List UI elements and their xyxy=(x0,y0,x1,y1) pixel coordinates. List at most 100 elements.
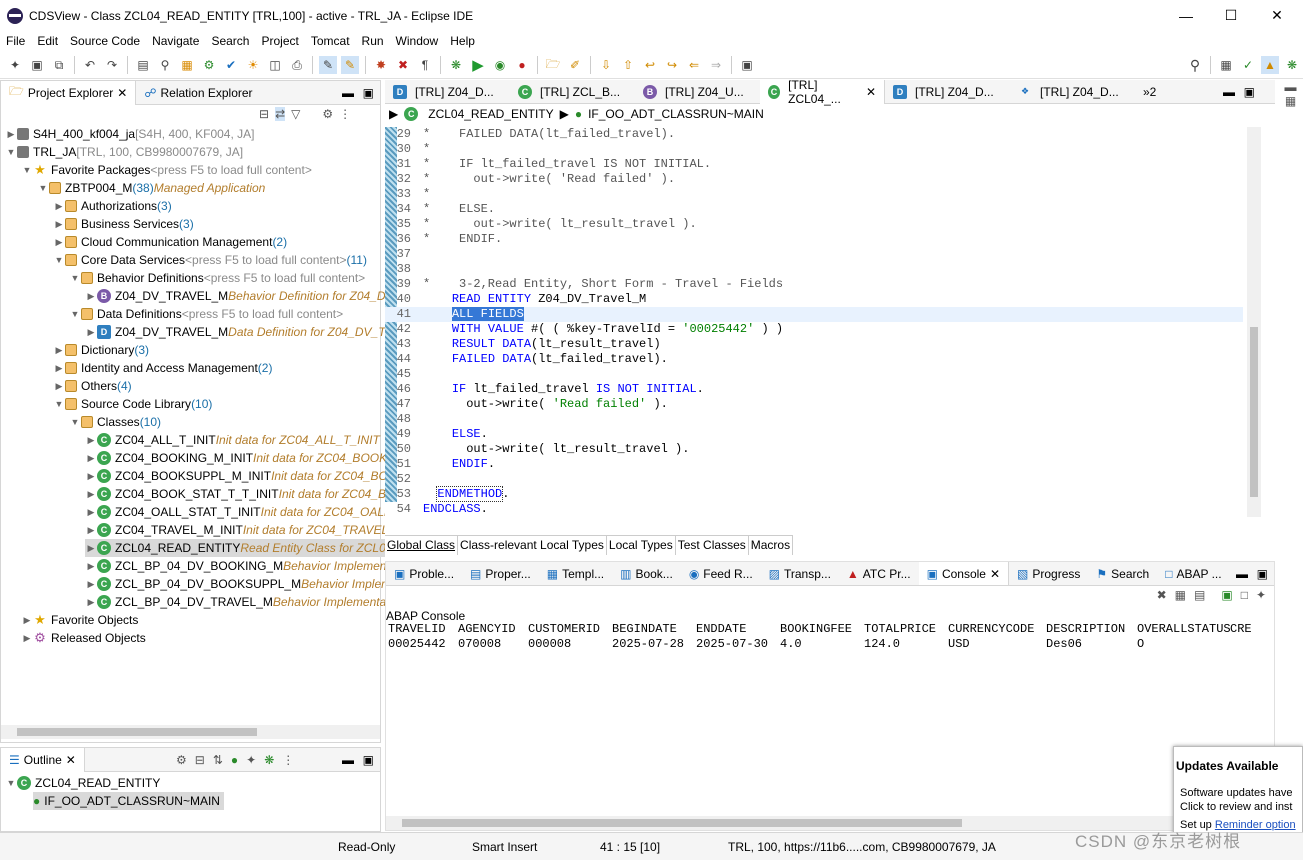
tree-item[interactable]: ▶ C ZC04_ALL_T_INIT Init data for ZC04_ALL… xyxy=(85,431,380,449)
tree-item[interactable]: ▶ Cloud Communication Management (2) xyxy=(53,233,288,251)
tree-item[interactable]: ▼ Classes (10) xyxy=(69,413,162,431)
code-line[interactable]: 47 out->write( 'Read failed' ). xyxy=(385,397,1243,412)
twisty-icon[interactable]: ▶ xyxy=(85,543,97,554)
code-line[interactable]: 29 * FAILED DATA(lt_failed_travel). xyxy=(385,127,1243,142)
new-console-icon[interactable]: ✦ xyxy=(1256,588,1266,602)
hide-static-icon[interactable]: ✦ xyxy=(246,753,256,767)
remove-icon[interactable]: ✖ xyxy=(394,56,412,74)
editor-tab[interactable]: C [TRL] ZCL04_... ✕ xyxy=(760,78,885,106)
tree-item[interactable]: ▼ Core Data Services <press F5 to load fu… xyxy=(53,251,367,269)
twisty-icon[interactable]: ▶ xyxy=(85,471,97,482)
close-icon[interactable]: ✕ xyxy=(117,86,127,100)
outline-method[interactable]: ● IF_OO_ADT_CLASSRUN~MAIN xyxy=(33,792,224,810)
twisty-icon[interactable]: ▶ xyxy=(85,579,97,590)
maximize-icon[interactable]: ▣ xyxy=(363,86,374,100)
twisty-icon[interactable]: ▶ xyxy=(53,363,65,374)
twisty-icon[interactable]: ▼ xyxy=(53,255,65,265)
twisty-icon[interactable]: ▶ xyxy=(85,489,97,500)
menu-edit[interactable]: Edit xyxy=(31,34,64,48)
tree-item[interactable]: ▶ C ZCL_BP_04_DV_BOOKING_M Behavior Implem… xyxy=(85,557,386,575)
twisty-icon[interactable]: ▶ xyxy=(53,237,65,248)
run-icon[interactable]: ▶ xyxy=(469,56,487,74)
code-line[interactable]: 54 ENDCLASS. xyxy=(385,502,1243,517)
twisty-icon[interactable]: ▶ xyxy=(85,597,97,608)
abap-perspective-icon[interactable]: ✓ xyxy=(1239,56,1257,74)
highlight-icon[interactable]: ✎ xyxy=(319,56,337,74)
menu-window[interactable]: Window xyxy=(390,34,445,48)
vertical-scrollbar[interactable] xyxy=(1247,127,1261,517)
menu-tomcat[interactable]: Tomcat xyxy=(305,34,356,48)
tree-item[interactable]: ▶ C ZCL_BP_04_DV_BOOKSUPPL_M Behavior Impl… xyxy=(85,575,391,593)
tree-item[interactable]: ▶ ⚙ Released Objects xyxy=(21,629,146,647)
last-edit-icon[interactable]: ↩ xyxy=(641,56,659,74)
code-line[interactable]: 37 xyxy=(385,247,1243,262)
twisty-icon[interactable]: ▶ xyxy=(85,435,97,446)
check-icon[interactable]: ✔ xyxy=(222,56,240,74)
minimize-button[interactable]: — xyxy=(1163,0,1209,31)
marker-icon[interactable]: ✎ xyxy=(341,56,359,74)
close-icon[interactable]: ✕ xyxy=(866,85,876,99)
editor-tab[interactable]: C [TRL] ZCL_B... xyxy=(510,80,635,104)
coverage-icon[interactable]: ◉ xyxy=(491,56,509,74)
view-tab[interactable]: ◉ Feed R... xyxy=(681,562,761,585)
twisty-icon[interactable]: ▼ xyxy=(69,273,81,283)
editor-tab[interactable]: »2 xyxy=(1135,80,1175,104)
view-tab[interactable]: ▣ Proble... xyxy=(386,562,462,585)
tab-local-types-class[interactable]: Class-relevant Local Types xyxy=(458,536,607,555)
tree-item[interactable]: ▶ C ZC04_TRAVEL_M_INIT Init data for ZC04_… xyxy=(85,521,388,539)
menu-run[interactable]: Run xyxy=(356,34,390,48)
view-tab[interactable]: ▨ Transp... xyxy=(761,562,839,585)
code-line[interactable]: 32 * out->write( 'Read failed' ). xyxy=(385,172,1243,187)
activate-icon[interactable]: ⚙ xyxy=(200,56,218,74)
print-icon[interactable]: ⎙ xyxy=(288,56,306,74)
twisty-icon[interactable]: ▶ xyxy=(21,633,33,644)
code-line[interactable]: 38 xyxy=(385,262,1243,277)
sun-icon[interactable]: ☀ xyxy=(244,56,262,74)
tree-item[interactable]: ▶ Authorizations (3) xyxy=(53,197,172,215)
perspective-icon[interactable]: ▦ xyxy=(1217,56,1235,74)
hide-fields-icon[interactable]: ⚙ xyxy=(176,753,187,767)
filter-icon[interactable]: ▽ xyxy=(291,107,300,121)
code-line[interactable]: 30 * xyxy=(385,142,1243,157)
forward-icon[interactable]: ⇒ xyxy=(707,56,725,74)
save-all-icon[interactable]: ⧉ xyxy=(50,56,68,74)
code-line[interactable]: 49 ELSE. xyxy=(385,427,1243,442)
hide-nonpublic-icon[interactable]: ❋ xyxy=(264,753,274,767)
twisty-icon[interactable]: ▶ xyxy=(85,507,97,518)
twisty-icon[interactable]: ▶ xyxy=(85,327,97,338)
editor-tab[interactable]: B [TRL] Z04_U... xyxy=(635,80,760,104)
twisty-icon[interactable]: ▶ xyxy=(85,291,97,302)
public-icon[interactable]: ● xyxy=(231,753,238,767)
debug-icon[interactable]: ✸ xyxy=(372,56,390,74)
sort-icon[interactable]: ⇅ xyxy=(213,753,223,767)
view-menu-icon[interactable]: ⋮ xyxy=(339,107,351,121)
search-icon[interactable]: ⚲ xyxy=(156,56,174,74)
link-editor-icon[interactable]: ⇄ xyxy=(275,107,286,121)
task-icon[interactable]: ▦ xyxy=(1278,94,1303,108)
tree-item[interactable]: ▶ D Z04_DV_TRAVEL_M Data Definition for Z0… xyxy=(85,323,386,341)
clear-console-icon[interactable]: ✖ xyxy=(1157,588,1167,602)
view-tab[interactable]: ▥ Book... xyxy=(612,562,681,585)
view-tab[interactable]: ▦ Templ... xyxy=(539,562,612,585)
tree-item[interactable]: ▶ C ZCL_BP_04_DV_TRAVEL_M Behavior Impleme… xyxy=(85,593,390,611)
tree-item[interactable]: ▼ ZBTP004_M (38) Managed Application xyxy=(37,179,266,197)
twisty-icon[interactable]: ▶ xyxy=(53,381,65,392)
console-icon[interactable]: ▤ xyxy=(134,56,152,74)
editor-tab[interactable]: ❖ [TRL] Z04_D... xyxy=(1010,80,1135,104)
view-tab[interactable]: ▣ Console ✕ xyxy=(918,562,1010,585)
code-line[interactable]: 45 xyxy=(385,367,1243,382)
view-tab[interactable]: □ ABAP ... xyxy=(1157,562,1229,585)
twisty-icon[interactable]: ▶ xyxy=(85,561,97,572)
pen-icon[interactable]: ✐ xyxy=(566,56,584,74)
view-tab[interactable]: ⚑ Search xyxy=(1088,562,1157,585)
collapse-icon[interactable]: ⊟ xyxy=(195,753,205,767)
twisty-icon[interactable]: ▶ xyxy=(85,453,97,464)
tab-macros[interactable]: Macros xyxy=(749,536,794,555)
close-icon[interactable]: ✕ xyxy=(990,567,1000,581)
twisty-icon[interactable]: ▼ xyxy=(5,147,17,157)
forward-edit-icon[interactable]: ↪ xyxy=(663,56,681,74)
code-line[interactable]: 39 * 3-2,Read Entity, Short Form - Travel… xyxy=(385,277,1243,292)
twisty-icon[interactable]: ▶ xyxy=(85,525,97,536)
tree-item[interactable]: ▶ C ZC04_BOOKING_M_INIT Init data for ZC04… xyxy=(85,449,390,467)
back-icon[interactable]: ⇐ xyxy=(685,56,703,74)
